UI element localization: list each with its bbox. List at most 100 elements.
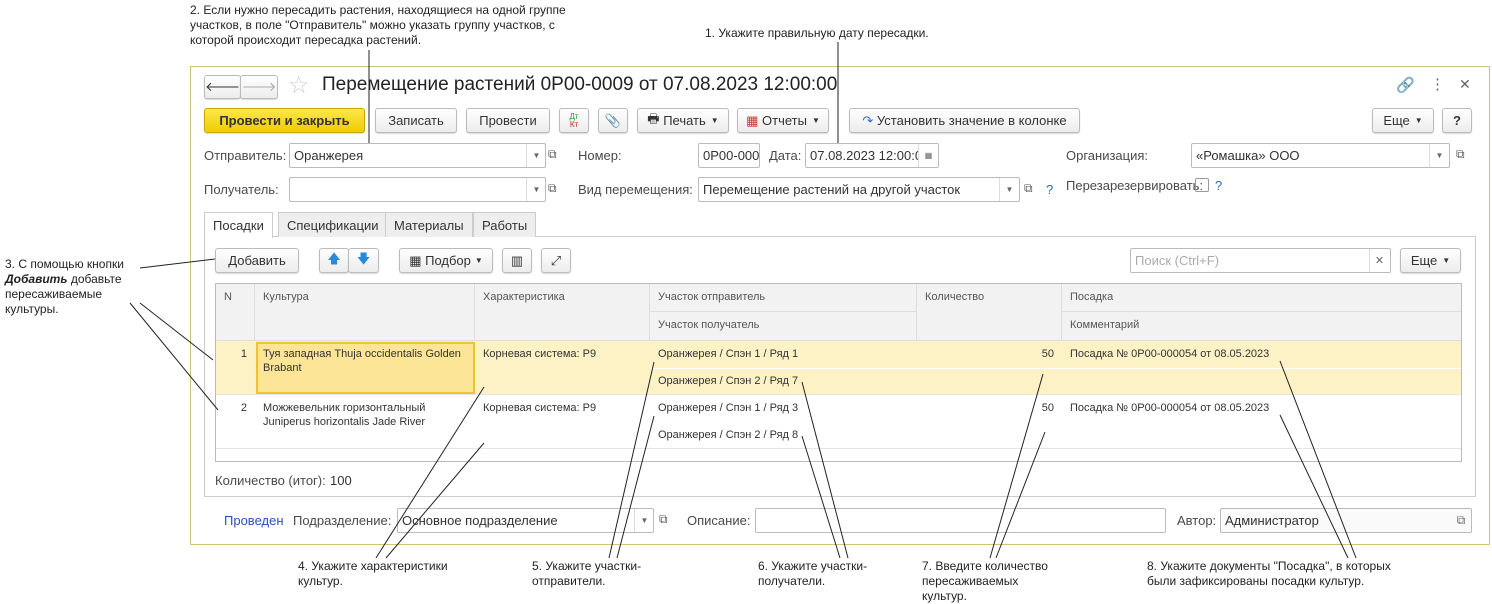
author-field[interactable]: Администратор ⧉ — [1220, 508, 1472, 533]
annotation-2: 2. Если нужно пересадить растения, наход… — [190, 3, 566, 47]
row-to-plot[interactable]: Оранжерея / Спэн 2 / Ряд 8 — [650, 422, 806, 448]
table-more-label: Еще — [1410, 253, 1438, 268]
date-label: Дата: — [769, 148, 802, 163]
search-input[interactable]: Поиск (Ctrl+F) ✕ — [1130, 248, 1391, 273]
col-comment[interactable]: Комментарий — [1062, 312, 1461, 341]
org-label: Организация: — [1066, 148, 1149, 163]
print-button[interactable]: 🖶 Печать ▼ — [637, 108, 729, 133]
col-culture[interactable]: Культура — [255, 284, 475, 341]
desc-field[interactable] — [755, 508, 1166, 533]
pick-button[interactable]: ▦ Подбор ▼ — [399, 248, 493, 273]
chevron-down-icon[interactable]: ▼ — [999, 178, 1019, 201]
print-label: Печать — [663, 113, 706, 128]
dept-field[interactable]: Основное подразделение ▼ — [397, 508, 654, 533]
col-planting[interactable]: Посадка — [1062, 284, 1461, 312]
row-n: 2 — [240, 402, 247, 414]
open-icon[interactable]: ⧉ — [548, 147, 557, 162]
sender-field[interactable]: Оранжерея ▼ — [289, 143, 546, 168]
row-characteristic[interactable]: Корневая система: Р9 — [475, 341, 650, 367]
row-to-plot[interactable]: Оранжерея / Спэн 2 / Ряд 7 — [650, 368, 806, 394]
row-from-plot[interactable]: Оранжерея / Спэн 1 / Ряд 3 — [650, 395, 806, 421]
close-icon[interactable]: ✕ — [1459, 76, 1471, 93]
move-down-icon[interactable]: 🡇 — [348, 248, 379, 273]
save-button[interactable]: Записать — [375, 108, 457, 133]
dt-kt-button[interactable]: Дт Кт — [559, 108, 589, 133]
favorite-star-icon[interactable]: ☆ — [288, 71, 310, 100]
row-quantity[interactable]: 50 — [917, 395, 1062, 421]
forward-button[interactable]: 🡒 — [240, 75, 278, 99]
col-quantity[interactable]: Количество — [917, 284, 1062, 341]
back-button[interactable]: 🡐 — [204, 75, 241, 99]
set-value-label: Установить значение в колонке — [876, 113, 1067, 128]
org-field[interactable]: «Ромашка» ООО ▼ — [1191, 143, 1450, 168]
tab-materials[interactable]: Материалы — [385, 212, 473, 237]
row-from-plot[interactable]: Оранжерея / Спэн 1 / Ряд 1 — [650, 341, 806, 367]
chevron-down-icon[interactable]: ▼ — [526, 144, 545, 167]
row-culture[interactable]: Туя западная Thuja occidentalis Golden B… — [255, 341, 475, 381]
annotation-4: 4. Укажите характеристики культур. — [298, 559, 448, 588]
annotation-8: 8. Укажите документы "Посадка", в которы… — [1147, 559, 1391, 588]
move-type-field[interactable]: Перемещение растений на другой участок ▼ — [698, 177, 1020, 202]
author-label: Автор: — [1177, 513, 1217, 528]
date-field[interactable]: 07.08.2023 12:00:00 ▦ — [805, 143, 939, 168]
attach-paperclip-icon[interactable]: 📎 — [598, 108, 628, 133]
add-button[interactable]: Добавить — [215, 248, 299, 273]
more-button[interactable]: Еще ▼ — [1372, 108, 1434, 133]
col-characteristic[interactable]: Характеристика — [475, 284, 650, 341]
link-icon[interactable]: 🔗 — [1396, 76, 1415, 94]
search-placeholder: Поиск (Ctrl+F) — [1135, 253, 1220, 268]
set-column-value-button[interactable]: ↷ Установить значение в колонке — [849, 108, 1080, 133]
move-up-icon[interactable]: 🡅 — [319, 248, 349, 273]
receiver-field[interactable]: ▼ — [289, 177, 546, 202]
reports-label: Отчеты — [762, 113, 807, 128]
col-from-plot[interactable]: Участок отправитель — [650, 284, 917, 312]
tab-plantings[interactable]: Посадки — [204, 212, 273, 238]
row-characteristic[interactable]: Корневая система: Р9 — [475, 395, 650, 421]
help-question-icon[interactable]: ? — [1046, 182, 1053, 197]
dept-value: Основное подразделение — [402, 513, 558, 528]
row-culture[interactable]: Можжевельник горизонтальный Juniperus ho… — [255, 395, 475, 435]
number-label: Номер: — [578, 148, 622, 163]
barcode-search-icon[interactable]: ▥ — [502, 248, 532, 273]
expand-icon[interactable]: ⤢ — [541, 248, 571, 273]
post-and-close-button[interactable]: Провести и закрыть — [204, 108, 365, 133]
status-link[interactable]: Проведен — [224, 513, 284, 528]
col-to-plot[interactable]: Участок получатель — [650, 312, 917, 341]
rereserve-checkbox[interactable] — [1195, 178, 1209, 192]
tab-specifications[interactable]: Спецификации — [278, 212, 388, 237]
author-value: Администратор — [1225, 513, 1319, 528]
org-value: «Ромашка» ООО — [1196, 148, 1300, 163]
row-planting[interactable]: Посадка № 0Р00-000054 от 08.05.2023 — [1062, 341, 1277, 367]
col-n[interactable]: N — [216, 284, 255, 341]
row-planting[interactable]: Посадка № 0Р00-000054 от 08.05.2023 — [1062, 395, 1277, 421]
open-icon[interactable]: ⧉ — [1456, 147, 1465, 162]
help-question-icon[interactable]: ? — [1215, 178, 1222, 193]
grid-icon: ▦ — [409, 252, 426, 268]
page-title: Перемещение растений 0Р00-0009 от 07.08.… — [322, 74, 838, 95]
table-more-button[interactable]: Еще ▼ — [1400, 248, 1461, 273]
open-icon[interactable]: ⧉ — [1024, 181, 1033, 196]
clear-icon[interactable]: ✕ — [1369, 249, 1389, 272]
row-quantity[interactable]: 50 — [917, 341, 1062, 367]
chevron-down-icon[interactable]: ▼ — [1429, 144, 1449, 167]
number-field[interactable]: 0Р00-0009 — [698, 143, 760, 168]
calendar-icon[interactable]: ▦ — [918, 144, 938, 167]
kt-label: Кт — [569, 119, 579, 129]
row-n: 1 — [240, 348, 247, 360]
open-icon[interactable]: ⧉ — [548, 181, 557, 196]
tab-works[interactable]: Работы — [473, 212, 537, 237]
open-icon[interactable]: ⧉ — [659, 512, 668, 527]
chevron-down-icon[interactable]: ▼ — [526, 178, 545, 201]
reports-button[interactable]: ▦ Отчеты ▼ — [737, 108, 829, 133]
annotation-6: 6. Укажите участки-получатели. — [758, 559, 868, 588]
more-vertical-icon[interactable]: ⋮ — [1430, 75, 1445, 93]
more-label: Еще — [1383, 113, 1410, 128]
chevron-down-icon[interactable]: ▼ — [634, 509, 653, 532]
dept-label: Подразделение: — [293, 513, 392, 528]
move-type-label: Вид перемещения: — [578, 182, 693, 197]
sender-label: Отправитель: — [204, 148, 287, 163]
post-button[interactable]: Провести — [466, 108, 550, 133]
annotation-3: 3. С помощью кнопки Добавить добавьте пере… — [5, 257, 155, 317]
help-button[interactable]: ? — [1442, 108, 1472, 133]
open-icon[interactable]: ⧉ — [1451, 509, 1471, 532]
